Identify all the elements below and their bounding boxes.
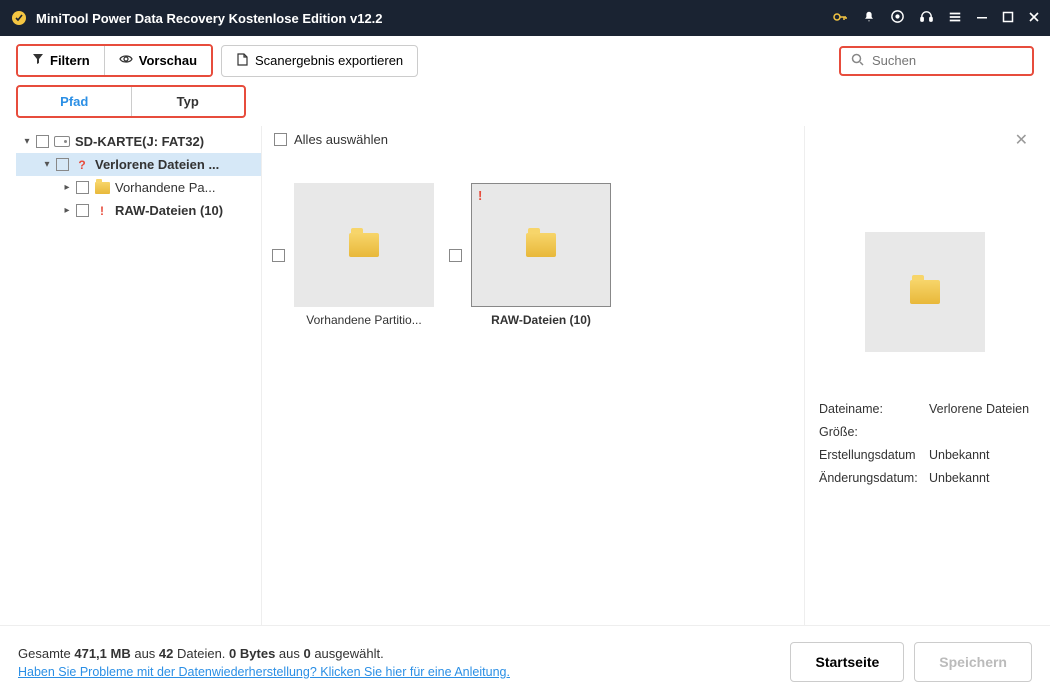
thumb-checkbox[interactable] <box>449 249 462 262</box>
footer: Gesamte 471,1 MB aus 42 Dateien. 0 Bytes… <box>0 625 1050 700</box>
main-area: ▾ SD-KARTE(J: FAT32) ▾ ? Verlorene Datei… <box>0 118 1050 625</box>
detail-value: Verlorene Dateien <box>929 402 1030 416</box>
tree-root[interactable]: ▾ SD-KARTE(J: FAT32) <box>16 130 261 153</box>
menu-icon[interactable] <box>948 10 962 27</box>
selected-files: 0 <box>303 646 310 661</box>
view-tabs-row: Pfad Typ <box>0 85 1050 118</box>
folder-icon <box>526 233 556 257</box>
view-tabs: Pfad Typ <box>16 85 246 118</box>
save-button[interactable]: Speichern <box>914 642 1032 682</box>
alert-badge-icon: ! <box>478 188 482 203</box>
key-icon[interactable] <box>832 9 848 28</box>
chevron-right-icon[interactable]: ▸ <box>60 182 74 193</box>
app-title: MiniTool Power Data Recovery Kostenlose … <box>36 11 832 26</box>
content-area: Alles auswählen Vorhandene Partitio... !… <box>261 126 804 625</box>
tree-sidebar: ▾ SD-KARTE(J: FAT32) ▾ ? Verlorene Datei… <box>16 126 261 625</box>
close-icon[interactable] <box>1028 10 1040 26</box>
maximize-icon[interactable] <box>1002 10 1014 26</box>
detail-row-created: Erstellungsdatum Unbekannt <box>819 448 1030 462</box>
folder-icon <box>910 280 940 304</box>
select-all-label: Alles auswählen <box>294 132 388 147</box>
detail-value <box>929 425 1030 439</box>
detail-row-size: Größe: <box>819 425 1030 439</box>
detail-panel: ✕ Dateiname: Verlorene Dateien Größe: Er… <box>804 126 1034 625</box>
thumb-checkbox[interactable] <box>272 249 285 262</box>
total-files: 42 <box>159 646 173 661</box>
export-label: Scanergebnis exportieren <box>255 53 403 68</box>
tab-path[interactable]: Pfad <box>18 87 132 116</box>
filter-label: Filtern <box>50 53 90 68</box>
search-input[interactable] <box>872 53 1022 68</box>
thumb-existing-partition[interactable]: Vorhandene Partitio... <box>289 183 439 327</box>
tree-lost-files[interactable]: ▾ ? Verlorene Dateien ... <box>16 153 261 176</box>
select-all-row: Alles auswählen <box>272 126 804 153</box>
folder-icon <box>94 181 110 195</box>
filter-preview-group: Filtern Vorschau <box>16 44 213 77</box>
tree-existing-label: Vorhandene Pa... <box>115 180 215 195</box>
export-icon <box>236 53 249 69</box>
tree-checkbox[interactable] <box>76 204 89 217</box>
app-logo-icon <box>10 9 28 27</box>
total-size: 471,1 MB <box>74 646 130 661</box>
selected-size: 0 Bytes <box>229 646 275 661</box>
search-box[interactable] <box>839 46 1034 76</box>
drive-icon <box>54 135 70 149</box>
thumb-label: RAW-Dateien (10) <box>491 313 591 327</box>
filter-icon <box>32 53 44 68</box>
minimize-icon[interactable] <box>976 10 988 26</box>
detail-rows: Dateiname: Verlorene Dateien Größe: Erst… <box>819 402 1030 485</box>
folder-icon <box>349 233 379 257</box>
detail-key: Größe: <box>819 425 929 439</box>
bell-icon[interactable] <box>862 10 876 27</box>
chevron-down-icon[interactable]: ▾ <box>40 159 54 170</box>
filter-button[interactable]: Filtern <box>18 46 105 75</box>
preview-button[interactable]: Vorschau <box>105 46 211 75</box>
thumb-item: ! RAW-Dateien (10) <box>449 183 616 327</box>
home-button[interactable]: Startseite <box>790 642 904 682</box>
thumb-label: Vorhandene Partitio... <box>306 313 421 327</box>
tree-checkbox[interactable] <box>36 135 49 148</box>
close-icon[interactable]: ✕ <box>1015 130 1028 150</box>
chevron-right-icon[interactable]: ▸ <box>60 205 74 216</box>
tree-existing-partition[interactable]: ▸ Vorhandene Pa... <box>16 176 261 199</box>
detail-row-filename: Dateiname: Verlorene Dateien <box>819 402 1030 416</box>
chevron-down-icon[interactable]: ▾ <box>20 136 34 147</box>
tree-checkbox[interactable] <box>76 181 89 194</box>
tree-checkbox[interactable] <box>56 158 69 171</box>
detail-key: Erstellungsdatum <box>819 448 929 462</box>
export-button[interactable]: Scanergebnis exportieren <box>221 45 418 77</box>
eye-icon <box>119 53 133 68</box>
titlebar: MiniTool Power Data Recovery Kostenlose … <box>0 0 1050 36</box>
thumb-item: Vorhandene Partitio... <box>272 183 439 327</box>
tree-lost-label: Verlorene Dateien ... <box>95 157 219 172</box>
select-all-checkbox[interactable] <box>274 133 287 146</box>
detail-row-modified: Änderungsdatum: Unbekannt <box>819 471 1030 485</box>
search-icon <box>851 53 864 69</box>
tab-type[interactable]: Typ <box>132 87 245 116</box>
thumb-raw-files[interactable]: ! RAW-Dateien (10) <box>466 183 616 327</box>
tree-raw-label: RAW-Dateien (10) <box>115 203 223 218</box>
disc-icon[interactable] <box>890 9 905 27</box>
detail-value: Unbekannt <box>929 471 1030 485</box>
alert-folder-icon: ! <box>94 204 110 218</box>
detail-value: Unbekannt <box>929 448 1030 462</box>
thumbnail-grid: Vorhandene Partitio... ! RAW-Dateien (10… <box>272 153 804 327</box>
headphones-icon[interactable] <box>919 9 934 27</box>
tree-root-label: SD-KARTE(J: FAT32) <box>75 134 204 149</box>
detail-key: Dateiname: <box>819 402 929 416</box>
tree-raw-files[interactable]: ▸ ! RAW-Dateien (10) <box>16 199 261 222</box>
footer-status: Gesamte 471,1 MB aus 42 Dateien. 0 Bytes… <box>18 646 790 661</box>
detail-key: Änderungsdatum: <box>819 471 929 485</box>
preview-label: Vorschau <box>139 53 197 68</box>
titlebar-actions <box>832 9 1040 28</box>
toolbar: Filtern Vorschau Scanergebnis exportiere… <box>0 36 1050 85</box>
question-folder-icon: ? <box>74 158 90 172</box>
help-link[interactable]: Haben Sie Probleme mit der Datenwiederhe… <box>18 665 510 679</box>
detail-thumbnail <box>865 232 985 352</box>
